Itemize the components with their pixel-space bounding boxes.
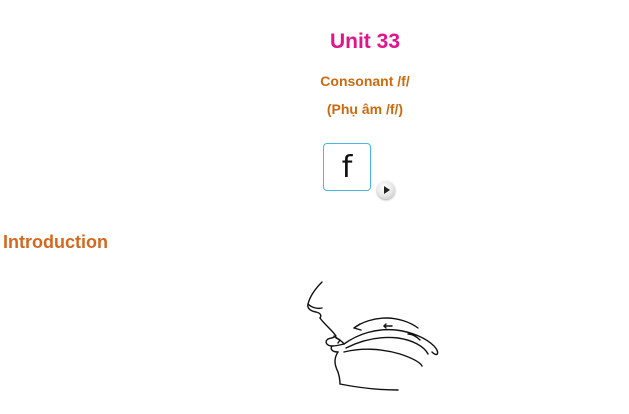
unit-title: Unit 33 bbox=[329, 30, 400, 53]
lesson-subtitle: Consonant /f/ bbox=[320, 73, 410, 89]
play-audio-button[interactable] bbox=[377, 181, 395, 199]
phoneme-symbol: f bbox=[341, 149, 353, 185]
mouth-position-diagram bbox=[307, 281, 439, 391]
phoneme-card: f bbox=[323, 143, 371, 191]
lesson-subtitle-vietnamese: (Phụ âm /f/) bbox=[326, 101, 404, 117]
play-icon bbox=[384, 186, 390, 194]
section-heading-introduction: Introduction bbox=[3, 232, 108, 252]
